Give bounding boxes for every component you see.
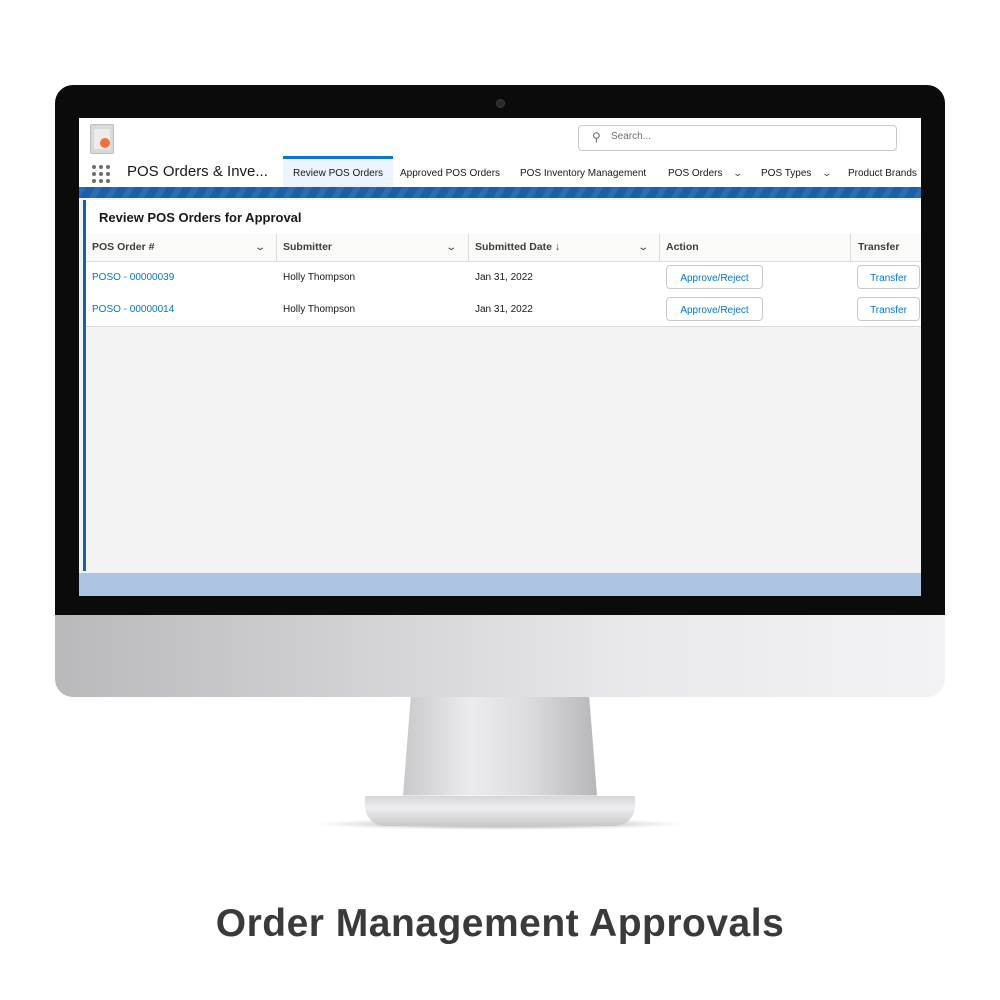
monitor-base	[365, 796, 635, 826]
column-divider	[276, 234, 277, 261]
chevron-down-icon[interactable]: ⌄	[637, 234, 649, 261]
tab-label: POS Inventory Management	[520, 168, 647, 179]
monitor-stand	[403, 697, 597, 796]
tab-label: POS Orders	[668, 168, 723, 179]
order-link[interactable]: POSO - 00000014	[92, 294, 174, 326]
tab-label: Approved POS Orders	[400, 168, 501, 179]
chevron-down-icon[interactable]: ⌄	[254, 234, 266, 261]
chevron-down-icon[interactable]: ⌄	[733, 157, 744, 190]
camera-icon	[496, 99, 505, 108]
tab-pos-inventory-management[interactable]: POS Inventory Management	[520, 157, 646, 190]
tab-product-brands[interactable]: Product Brands	[848, 157, 917, 190]
submitter-cell: Holly Thompson	[283, 304, 356, 315]
card-title: Review POS Orders for Approval	[99, 210, 302, 225]
tab-label: Review POS Orders	[293, 168, 384, 179]
tab-pos-orders[interactable]: POS Orders ⌄	[668, 157, 744, 190]
column-divider	[659, 234, 660, 261]
column-divider	[468, 234, 469, 261]
order-link[interactable]: POSO - 00000039	[92, 262, 174, 294]
app-launcher-icon[interactable]	[92, 165, 110, 183]
search-placeholder: Search...	[611, 131, 652, 142]
approval-card: Review POS Orders for Approval POS Order…	[83, 200, 921, 571]
tab-approved-pos-orders[interactable]: Approved POS Orders	[400, 157, 500, 190]
footer-band	[79, 573, 921, 596]
transfer-button[interactable]: Transfer	[857, 265, 920, 289]
tab-label: POS Types	[761, 168, 812, 179]
search-input[interactable]: ⚲ Search...	[578, 125, 897, 151]
submitter-cell: Holly Thompson	[283, 272, 356, 283]
column-header-submitter[interactable]: Submitter	[283, 234, 332, 261]
column-header-action: Action	[666, 241, 699, 253]
app-name: POS Orders & Inve...	[127, 163, 268, 180]
tab-pos-types[interactable]: POS Types ⌄	[761, 157, 833, 190]
tab-review-pos-orders[interactable]: Review POS Orders	[283, 156, 394, 189]
chevron-down-icon[interactable]: ⌄	[822, 157, 833, 190]
table-row: POSO - 00000014 Holly Thompson Jan 31, 2…	[86, 294, 921, 327]
table-header: POS Order # ⌄ Submitter ⌄ Submitted Date…	[86, 234, 921, 262]
column-header-transfer: Transfer	[858, 241, 900, 253]
approve-reject-button[interactable]: Approve/Reject	[666, 265, 763, 289]
column-header-order[interactable]: POS Order #	[92, 234, 154, 261]
column-header-submitted-date[interactable]: Submitted Date ↓	[475, 234, 560, 261]
transfer-button[interactable]: Transfer	[857, 297, 920, 321]
global-header: ⚲ Search... POS Orders & Inve... Review …	[79, 118, 921, 198]
app-logo-icon	[90, 124, 114, 154]
card-header: Review POS Orders for Approval	[86, 200, 921, 235]
screen: ⚲ Search... POS Orders & Inve... Review …	[79, 118, 921, 596]
monitor-chin	[55, 615, 945, 697]
column-divider	[850, 234, 851, 261]
chevron-down-icon[interactable]: ⌄	[445, 234, 457, 261]
table-row: POSO - 00000039 Holly Thompson Jan 31, 2…	[86, 262, 921, 295]
header-stripe	[79, 187, 921, 198]
approve-reject-button[interactable]: Approve/Reject	[666, 297, 763, 321]
page-caption: Order Management Approvals	[215, 902, 785, 945]
date-cell: Jan 31, 2022	[475, 304, 533, 315]
date-cell: Jan 31, 2022	[475, 272, 533, 283]
tab-label: Product Brands	[848, 168, 917, 179]
search-icon: ⚲	[592, 130, 601, 144]
